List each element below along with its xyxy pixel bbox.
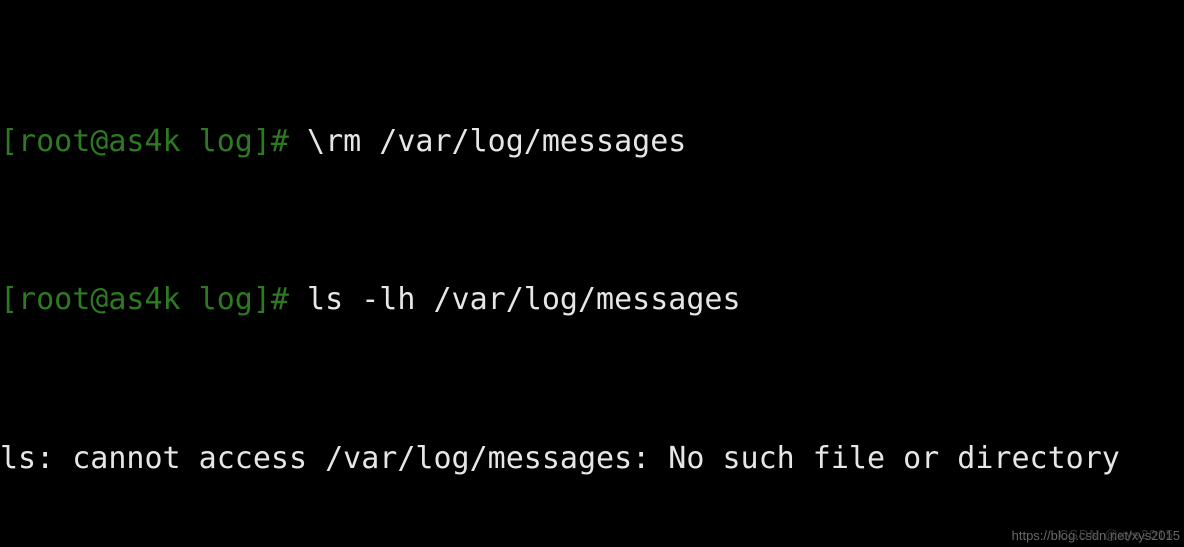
terminal-window[interactable]: [root@as4k log]# \rm /var/log/messages [… xyxy=(0,0,1184,547)
terminal-line: [root@as4k log]# \rm /var/log/messages xyxy=(0,122,1120,162)
terminal-screen[interactable]: [root@as4k log]# \rm /var/log/messages [… xyxy=(0,3,1120,547)
terminal-line: ls: cannot access /var/log/messages: No … xyxy=(0,439,1120,479)
shell-prompt: [root@as4k log]# xyxy=(0,123,308,159)
watermark-overlay: CSDN @xys2015 xyxy=(1058,527,1174,542)
watermark: https://blog.csdn.net/xys2015 CSDN @xys2… xyxy=(1012,527,1180,543)
shell-prompt: [root@as4k log]# xyxy=(0,282,308,318)
terminal-line: [root@as4k log]# ls -lh /var/log/message… xyxy=(0,280,1120,320)
error-output: ls: cannot access /var/log/messages: No … xyxy=(0,440,1120,476)
command-text: \rm /var/log/messages xyxy=(307,123,687,159)
command-text: ls -lh /var/log/messages xyxy=(307,282,741,318)
